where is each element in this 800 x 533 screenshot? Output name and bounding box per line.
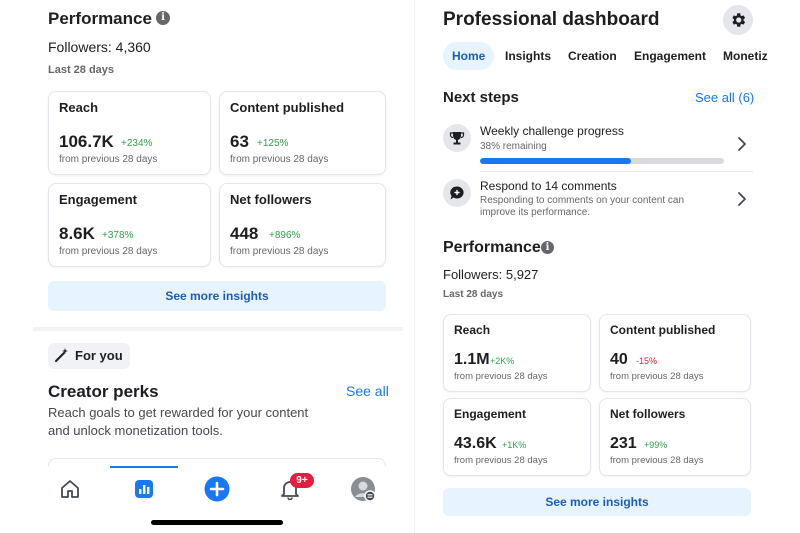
performance-title: Performance [48,9,152,28]
magic-wand-icon [54,347,70,366]
metric-sub: from previous 28 days [454,371,548,382]
metric-card-net-followers[interactable]: Net followers 448 +896% from previous 28… [219,183,386,267]
challenge-progress-bar [480,158,724,164]
metric-delta: -15% [636,356,658,366]
step-icon-bg [443,124,471,152]
active-tab-indicator [110,466,178,468]
tab-home[interactable]: Home [443,42,494,70]
metric-delta: +896% [269,230,301,241]
step-subtitle-line2: improve its performance. [480,207,591,218]
info-icon[interactable]: i [541,241,554,254]
notification-badge: 9+ [290,473,314,488]
metric-value: 231 [610,435,637,452]
metric-value: 40 [610,351,628,368]
metric-label: Engagement [454,407,527,421]
metric-card-net-followers[interactable]: Net followers 231 +99% from previous 28 … [599,398,751,476]
metric-value: 8.6K [59,224,95,243]
metric-sub: from previous 28 days [230,246,329,257]
home-icon[interactable] [59,478,81,505]
metric-value: 106.7K [59,132,114,151]
step-subtitle-line1: Responding to comments on your content c… [480,195,685,206]
comment-icon [449,185,465,206]
metric-delta: +378% [102,230,134,241]
metric-sub: from previous 28 days [59,154,158,165]
perks-description-line2: and unlock monetization tools. [48,423,223,438]
metric-card-reach[interactable]: Reach 1.1M +2K% from previous 28 days [443,314,591,392]
gear-icon [729,11,747,34]
metric-card-content-published[interactable]: Content published 40 -15% from previous … [599,314,751,392]
home-indicator [151,520,283,525]
step-title: Respond to 14 comments [480,179,617,193]
tab-insights[interactable]: Insights [496,42,560,70]
metric-sub: from previous 28 days [610,455,704,466]
metric-label: Engagement [59,192,138,207]
for-you-label: For you [75,348,123,363]
creator-perks-title: Creator perks [48,382,159,401]
metric-label: Content published [230,100,345,115]
metric-delta: +234% [121,138,153,149]
profile-icon[interactable] [350,476,376,507]
for-you-chip[interactable]: For you [48,343,130,369]
metric-sub: from previous 28 days [59,246,158,257]
metric-value: 1.1M [454,351,490,368]
metric-sub: from previous 28 days [230,154,329,165]
metric-card-content-published[interactable]: Content published 63 +125% from previous… [219,91,386,175]
chevron-right-icon [737,136,747,157]
perk-card-edge [48,458,386,466]
tab-creation[interactable]: Creation [559,42,626,70]
period-label: Last 28 days [443,289,504,300]
left-screen: Performance i Followers: 4,360 Last 28 d… [33,0,403,533]
right-screen: Professional dashboard Home Insights Cre… [430,0,770,533]
step-subtitle: 38% remaining [480,141,547,152]
followers-count: Followers: 4,360 [48,39,151,55]
see-more-insights-button[interactable]: See more insights [443,488,751,516]
create-icon[interactable] [204,476,230,507]
dashboard-title: Professional dashboard [443,9,660,30]
next-steps-title: Next steps [443,89,519,106]
see-more-insights-button[interactable]: See more insights [48,281,386,311]
performance-title: Performance [443,239,541,256]
tab-engagement[interactable]: Engagement [625,42,715,70]
metric-delta: +99% [644,440,668,450]
step-icon-bg [443,179,471,207]
metric-sub: from previous 28 days [610,371,704,382]
creator-perks-see-all-link[interactable]: See all [346,383,389,399]
metric-value: 63 [230,132,249,151]
metric-delta: +2K% [490,356,515,366]
chevron-right-icon [737,191,747,212]
section-separator [33,327,403,331]
panel-divider [414,0,415,533]
metric-label: Reach [59,100,99,115]
settings-button[interactable] [723,5,753,35]
metric-delta: +125% [257,138,289,149]
step-title: Weekly challenge progress [480,124,624,138]
insights-icon[interactable] [133,478,155,505]
next-steps-see-all-link[interactable]: See all (6) [695,90,754,105]
metric-value: 448 [230,224,259,243]
step-respond-comments[interactable]: Respond to 14 comments Responding to com… [443,174,753,226]
followers-count: Followers: 5,927 [443,267,539,282]
progress-fill [480,158,632,164]
metric-value: 43.6K [454,435,497,452]
metric-delta: +1K% [502,440,527,450]
trophy-icon [449,130,465,151]
step-weekly-challenge[interactable]: Weekly challenge progress 38% remaining [443,118,753,168]
metric-label: Net followers [610,407,686,421]
metric-card-engagement[interactable]: Engagement 43.6K +1K% from previous 28 d… [443,398,591,476]
info-icon[interactable]: i [156,11,170,25]
metric-label: Net followers [230,192,312,207]
step-separator [480,171,753,172]
metric-sub: from previous 28 days [454,455,548,466]
metric-label: Content published [610,323,716,337]
perks-description-line1: Reach goals to get rewarded for your con… [48,405,309,420]
metric-label: Reach [454,323,491,337]
metric-card-reach[interactable]: Reach 106.7K +234% from previous 28 days [48,91,211,175]
tab-monetization[interactable]: Monetiz [714,42,770,70]
period-label: Last 28 days [48,64,115,76]
metric-card-engagement[interactable]: Engagement 8.6K +378% from previous 28 d… [48,183,211,267]
